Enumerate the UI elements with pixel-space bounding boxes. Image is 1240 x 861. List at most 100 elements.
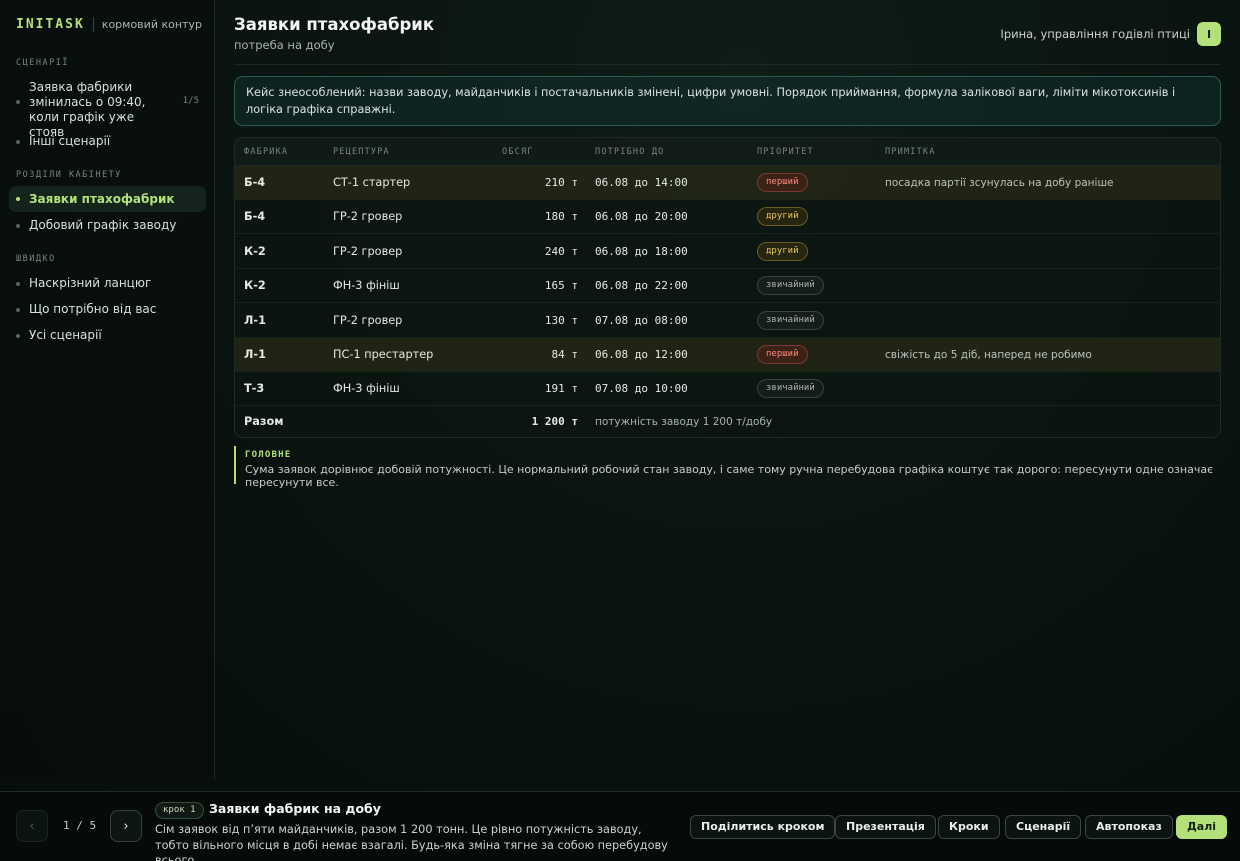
priority-badge: перший — [757, 173, 808, 192]
cell-factory: Л-1 — [244, 348, 266, 361]
presentation-button[interactable]: Презентація — [835, 815, 936, 839]
anonymization-notice: Кейс знеособлений: назви заводу, майданч… — [234, 76, 1221, 126]
cell-recipe: ПС-1 престартер — [333, 348, 434, 361]
cell-due: 06.08 до 14:00 — [595, 176, 688, 189]
section-label-quick: ШВИДКО — [16, 254, 56, 264]
user-name: Ірина, управління годівлі птиці — [1000, 27, 1190, 41]
step-badge: крок 1 — [155, 802, 204, 819]
table-row[interactable]: Л-1 ПС-1 престартер 84 т 06.08 до 12:00 перш… — [235, 338, 1220, 372]
autoplay-button[interactable]: Автопоказ — [1085, 815, 1173, 839]
previous-step-button[interactable]: ‹ — [16, 810, 48, 842]
bullet-icon — [16, 282, 20, 286]
share-step-button[interactable]: Поділитись кроком — [690, 815, 836, 839]
bullet-icon — [16, 224, 20, 228]
sidebar-item-label: Усі сценарії — [29, 328, 102, 342]
priority-badge: звичайний — [757, 310, 824, 330]
avatar[interactable]: І — [1197, 22, 1221, 46]
priority-badge: звичайний — [757, 276, 824, 296]
cell-factory: Л-1 — [244, 313, 266, 327]
brand-divider — [92, 17, 94, 32]
sidebar: INITASK кормовий контур СЦЕНАРІЇ Заявка … — [0, 0, 215, 780]
sidebar-item-label: Що потрібно від вас — [29, 302, 157, 316]
column-header-priority: ПРІОРИТЕТ — [757, 147, 814, 157]
cell-factory: Б-4 — [244, 176, 266, 189]
cell-recipe: ФН-3 фініш — [333, 279, 400, 293]
sidebar-item-what-needed[interactable]: Що потрібно від вас — [9, 302, 206, 317]
priority-badge: звичайний — [757, 379, 824, 399]
cell-due: 06.08 до 22:00 — [595, 279, 688, 293]
table-row[interactable]: К-2 ФН-3 фініш 165 т 06.08 до 22:00 звичайни… — [235, 269, 1220, 304]
key-takeaway: ГОЛОВНЕ Сума заявок дорівнює добовій пот… — [234, 446, 1221, 489]
orders-table: ФАБРИКА РЕЦЕПТУРА ОБСЯГ ПОТРІБНО ДО ПРІО… — [234, 137, 1221, 438]
table-row[interactable]: Б-4 ГР-2 гровер 180 т 06.08 до 20:00 другий — [235, 200, 1220, 235]
bullet-icon — [16, 334, 20, 338]
bullet-icon — [16, 140, 20, 144]
next-button[interactable]: Далі — [1176, 815, 1228, 839]
step-title: Заявки фабрик на добу — [209, 801, 381, 816]
priority-badge: другий — [757, 207, 808, 227]
step-pager: 1 / 5 — [63, 819, 97, 832]
cell-recipe: ГР-2 гровер — [333, 244, 403, 258]
cell-due: 06.08 до 18:00 — [595, 244, 688, 258]
cell-volume: 130 т — [544, 313, 578, 327]
cell-due: 07.08 до 10:00 — [595, 382, 688, 396]
brand: INITASK кормовий контур — [16, 17, 202, 32]
cell-factory: Б-4 — [244, 210, 266, 224]
header-divider — [234, 64, 1221, 65]
table-row[interactable]: Л-1 ГР-2 гровер 130 т 07.08 до 08:00 звичайн… — [235, 304, 1220, 338]
sidebar-item-label: Заявка фабрики змінилась о 09:40, коли г… — [29, 80, 146, 139]
sidebar-item-factory-orders[interactable]: Заявки птахофабрик — [9, 186, 206, 212]
cell-recipe: СТ-1 стартер — [333, 176, 411, 189]
cell-volume: 240 т — [544, 244, 578, 258]
section-label-scenarios: СЦЕНАРІЇ — [16, 58, 69, 68]
section-label-sections: РОЗДІЛИ КАБІНЕТУ — [16, 170, 122, 180]
table-row[interactable]: К-2 ГР-2 гровер 240 т 06.08 до 18:00 другий — [235, 235, 1220, 269]
table-row[interactable]: Т-3 ФН-3 фініш 191 т 07.08 до 10:00 звичайни… — [235, 372, 1220, 407]
next-step-arrow-button[interactable]: › — [110, 810, 142, 842]
user-menu[interactable]: Ірина, управління годівлі птиці І — [1000, 22, 1221, 46]
cell-volume: 191 т — [544, 382, 578, 396]
sidebar-item-daily-schedule[interactable]: Добовий графік заводу — [9, 218, 206, 233]
table-row[interactable]: Б-4 СТ-1 стартер 210 т 06.08 до 14:00 перший… — [235, 166, 1220, 200]
cell-due: 06.08 до 12:00 — [595, 348, 688, 361]
column-header-volume: ОБСЯГ — [502, 147, 534, 157]
cell-factory: К-2 — [244, 244, 266, 258]
column-header-note: ПРИМІТКА — [885, 147, 936, 157]
cell-note: свіжість до 5 діб, наперед не робимо — [885, 349, 1092, 361]
priority-badge: другий — [757, 241, 808, 261]
page-title: Заявки птахофабрик — [234, 15, 435, 34]
total-volume: 1 200 т — [531, 415, 578, 428]
cell-factory: К-2 — [244, 279, 266, 293]
sidebar-item-other-scenarios[interactable]: Інші сценарії — [9, 134, 206, 149]
bullet-icon — [16, 100, 20, 104]
table-total-row: Разом 1 200 т потужність заводу 1 200 т/… — [235, 406, 1220, 437]
sidebar-item-end-to-end[interactable]: Наскрізний ланцюг — [9, 276, 206, 291]
scenarios-button[interactable]: Сценарії — [1005, 815, 1082, 839]
cell-volume: 165 т — [544, 279, 578, 293]
table-header: ФАБРИКА РЕЦЕПТУРА ОБСЯГ ПОТРІБНО ДО ПРІО… — [235, 138, 1220, 166]
cell-volume: 210 т — [544, 176, 578, 189]
step-footer: ‹ 1 / 5 › крок 1 Заявки фабрик на добу С… — [0, 791, 1240, 861]
page-subtitle: потреба на добу — [234, 38, 335, 52]
total-note: потужність заводу 1 200 т/добу — [595, 416, 773, 428]
cell-recipe: ГР-2 гровер — [333, 313, 403, 327]
total-label: Разом — [244, 415, 284, 428]
bullet-icon — [16, 197, 20, 201]
sidebar-item-label: Добовий графік заводу — [29, 218, 177, 232]
sidebar-item-current-scenario[interactable]: Заявка фабрики змінилась о 09:40, коли г… — [9, 80, 206, 139]
cell-note: посадка партії зсунулась на добу раніше — [885, 177, 1114, 189]
key-takeaway-label: ГОЛОВНЕ — [245, 450, 292, 460]
cell-factory: Т-3 — [244, 382, 265, 396]
column-header-recipe: РЕЦЕПТУРА — [333, 147, 390, 157]
cell-volume: 84 т — [551, 348, 579, 361]
step-description: Сім заявок від п’яти майданчиків, разом … — [155, 823, 668, 861]
steps-button[interactable]: Кроки — [938, 815, 1000, 839]
scenario-counter: 1/5 — [182, 96, 199, 106]
cell-due: 06.08 до 20:00 — [595, 210, 688, 224]
sidebar-item-label: Наскрізний ланцюг — [29, 276, 152, 290]
cell-recipe: ФН-3 фініш — [333, 382, 400, 396]
brand-subtitle: кормовий контур — [101, 18, 202, 31]
sidebar-item-label: Заявки птахофабрик — [29, 191, 175, 206]
sidebar-item-all-scenarios[interactable]: Усі сценарії — [9, 328, 206, 343]
cell-due: 07.08 до 08:00 — [595, 313, 688, 327]
